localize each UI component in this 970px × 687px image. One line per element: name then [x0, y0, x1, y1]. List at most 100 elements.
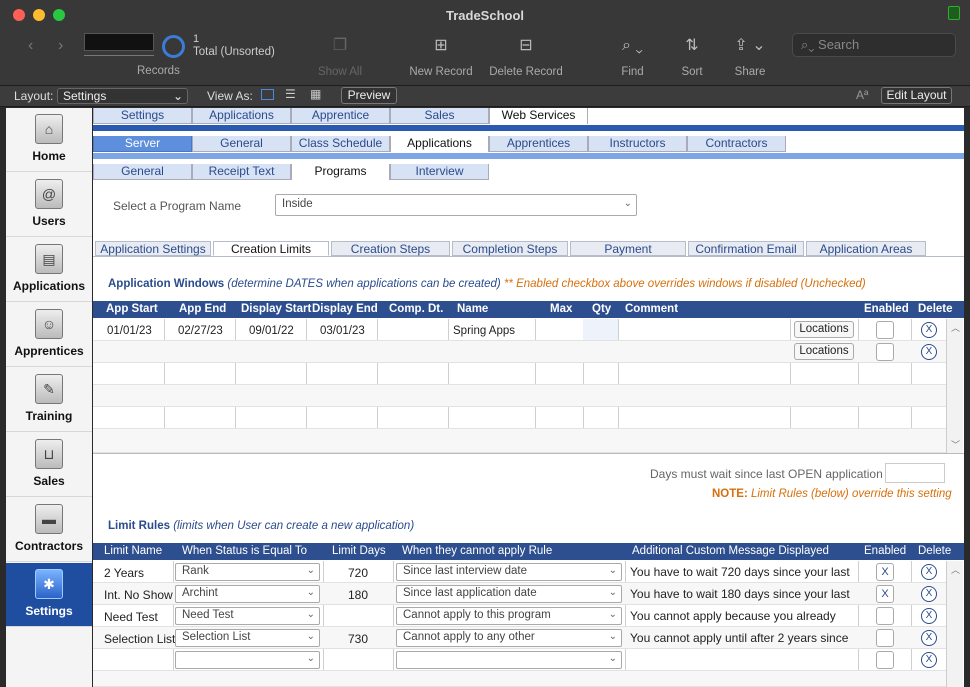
- delete-row-button[interactable]: X: [921, 564, 937, 580]
- scroll-down-icon[interactable]: ﹀: [951, 438, 960, 451]
- limits-scrollbar[interactable]: ︿: [946, 561, 963, 687]
- days-wait-input[interactable]: [885, 463, 945, 483]
- subtab-completion-steps[interactable]: Completion Steps: [452, 241, 568, 256]
- record-slider[interactable]: [84, 33, 154, 51]
- tab-general-2[interactable]: General: [93, 164, 192, 180]
- delete-row-button[interactable]: X: [921, 630, 937, 646]
- tab-apprentice[interactable]: Apprentice: [291, 108, 390, 124]
- tab-programs[interactable]: Programs: [291, 164, 390, 180]
- text-format-icon[interactable]: Aª: [856, 88, 868, 102]
- rule-select[interactable]: Cannot apply to any other ⌄: [396, 629, 622, 647]
- table-view-icon[interactable]: ▦: [310, 87, 321, 101]
- rule-select[interactable]: ⌄: [396, 651, 622, 669]
- find-button[interactable]: ⌕ ⌄ Find: [610, 36, 655, 78]
- tab-server[interactable]: Server: [93, 136, 192, 152]
- app-end-cell[interactable]: 02/27/23: [178, 325, 223, 337]
- tab-applications[interactable]: Applications: [192, 108, 291, 124]
- list-view-icon[interactable]: ☰: [285, 87, 296, 101]
- lock-icon[interactable]: [948, 6, 960, 20]
- sidebar-item-home[interactable]: ⌂ Home: [6, 108, 92, 172]
- delete-row-button[interactable]: X: [921, 652, 937, 668]
- tab-sales[interactable]: Sales: [390, 108, 489, 124]
- display-start-cell[interactable]: 09/01/22: [249, 325, 294, 337]
- sidebar-item-apprentices[interactable]: ☺ Apprentices: [6, 303, 92, 367]
- limit-name-cell[interactable]: Int. No Show: [104, 588, 173, 602]
- tab-apprentices[interactable]: Apprentices: [489, 136, 588, 152]
- status-select[interactable]: Need Test ⌄: [175, 607, 320, 625]
- custom-message-cell[interactable]: You cannot apply because you already: [630, 609, 836, 623]
- rule-select[interactable]: Cannot apply to this program ⌄: [396, 607, 622, 625]
- tab-applications-server[interactable]: Applications: [390, 136, 489, 152]
- search-input[interactable]: ⌕⌄ Search: [792, 33, 956, 57]
- show-all-button[interactable]: ❐ Show All: [312, 36, 368, 78]
- enabled-checkbox[interactable]: X: [876, 563, 894, 581]
- delete-row-button[interactable]: X: [921, 322, 937, 338]
- delete-record-button[interactable]: ⊟ Delete Record: [486, 36, 566, 78]
- enabled-checkbox[interactable]: [876, 651, 894, 669]
- app-start-cell[interactable]: 01/01/23: [107, 325, 152, 337]
- scroll-up-icon[interactable]: ︿: [951, 321, 960, 334]
- enabled-checkbox[interactable]: [876, 607, 894, 625]
- enabled-checkbox[interactable]: X: [876, 585, 894, 603]
- delete-row-button[interactable]: X: [921, 608, 937, 624]
- subtab-creation-limits[interactable]: Creation Limits: [213, 241, 329, 256]
- subtab-application-settings[interactable]: Application Settings: [95, 241, 211, 256]
- custom-message-cell[interactable]: You have to wait 180 days since your las…: [630, 587, 850, 601]
- delete-row-button[interactable]: X: [921, 586, 937, 602]
- display-end-cell[interactable]: 03/01/23: [320, 325, 365, 337]
- scroll-up-icon[interactable]: ︿: [951, 563, 960, 576]
- subtab-confirmation-email[interactable]: Confirmation Email: [688, 241, 804, 256]
- status-select[interactable]: Selection List ⌄: [175, 629, 320, 647]
- tab-class-schedule[interactable]: Class Schedule: [291, 136, 390, 152]
- limit-name-cell[interactable]: Selection List: [104, 632, 175, 646]
- custom-message-cell[interactable]: You cannot apply until after 2 years sin…: [630, 631, 848, 645]
- rule-select[interactable]: Since last interview date ⌄: [396, 563, 622, 581]
- tab-contractors[interactable]: Contractors: [687, 136, 786, 152]
- sidebar-item-contractors[interactable]: ▬ Contractors: [6, 498, 92, 562]
- status-select[interactable]: Rank ⌄: [175, 563, 320, 581]
- sidebar-item-training[interactable]: ✎ Training: [6, 368, 92, 432]
- share-button[interactable]: ⇪ ⌄ Share: [728, 36, 772, 78]
- chevron-down-icon: ⌄: [306, 609, 315, 620]
- enabled-checkbox[interactable]: [876, 629, 894, 647]
- limit-name-cell[interactable]: Need Test: [104, 610, 158, 624]
- sort-button[interactable]: ⇅ Sort: [676, 36, 708, 78]
- enabled-checkbox[interactable]: [876, 343, 894, 361]
- subtab-creation-steps[interactable]: Creation Steps: [331, 241, 450, 256]
- enabled-checkbox[interactable]: [876, 321, 894, 339]
- tab-general[interactable]: General: [192, 136, 291, 152]
- limit-days-cell[interactable]: 180: [348, 588, 368, 602]
- status-select[interactable]: ⌄: [175, 651, 320, 669]
- tab-receipt-text[interactable]: Receipt Text: [192, 164, 291, 180]
- preview-button[interactable]: Preview: [341, 87, 397, 104]
- limit-days-cell[interactable]: 730: [348, 632, 368, 646]
- delete-row-button[interactable]: X: [921, 344, 937, 360]
- custom-message-cell[interactable]: You have to wait 720 days since your las…: [630, 565, 850, 579]
- name-cell[interactable]: Spring Apps: [453, 325, 515, 337]
- tab-instructors[interactable]: Instructors: [588, 136, 687, 152]
- limit-name-cell[interactable]: 2 Years: [104, 566, 144, 580]
- subtab-application-areas[interactable]: Application Areas: [806, 241, 926, 256]
- back-arrow-icon[interactable]: ‹: [28, 37, 33, 55]
- subtab-payment[interactable]: Payment: [570, 241, 686, 256]
- layout-select[interactable]: Settings ⌄: [57, 88, 188, 104]
- locations-button[interactable]: Locations: [794, 343, 854, 360]
- tab-interview[interactable]: Interview: [390, 164, 489, 180]
- sidebar-item-sales[interactable]: ⊔ Sales: [6, 433, 92, 497]
- edit-layout-button[interactable]: Edit Layout: [881, 87, 952, 104]
- record-slider-track[interactable]: [84, 50, 154, 56]
- status-select[interactable]: Archint ⌄: [175, 585, 320, 603]
- limit-days-cell[interactable]: 720: [348, 566, 368, 580]
- program-select[interactable]: Inside ⌄: [275, 194, 637, 216]
- rule-select[interactable]: Since last application date ⌄: [396, 585, 622, 603]
- sidebar-item-applications[interactable]: ▤ Applications: [6, 238, 92, 302]
- tab-settings[interactable]: Settings: [93, 108, 192, 124]
- sidebar-item-settings[interactable]: ✱ Settings: [6, 563, 92, 627]
- form-view-icon[interactable]: [261, 89, 274, 100]
- sidebar-item-users[interactable]: @ Users: [6, 173, 92, 237]
- windows-scrollbar[interactable]: ︿ ﹀: [946, 319, 963, 453]
- new-record-button[interactable]: ⊞ New Record: [405, 36, 477, 78]
- tab-web-services[interactable]: Web Services: [489, 108, 588, 124]
- locations-button[interactable]: Locations: [794, 321, 854, 338]
- forward-arrow-icon[interactable]: ›: [58, 37, 63, 55]
